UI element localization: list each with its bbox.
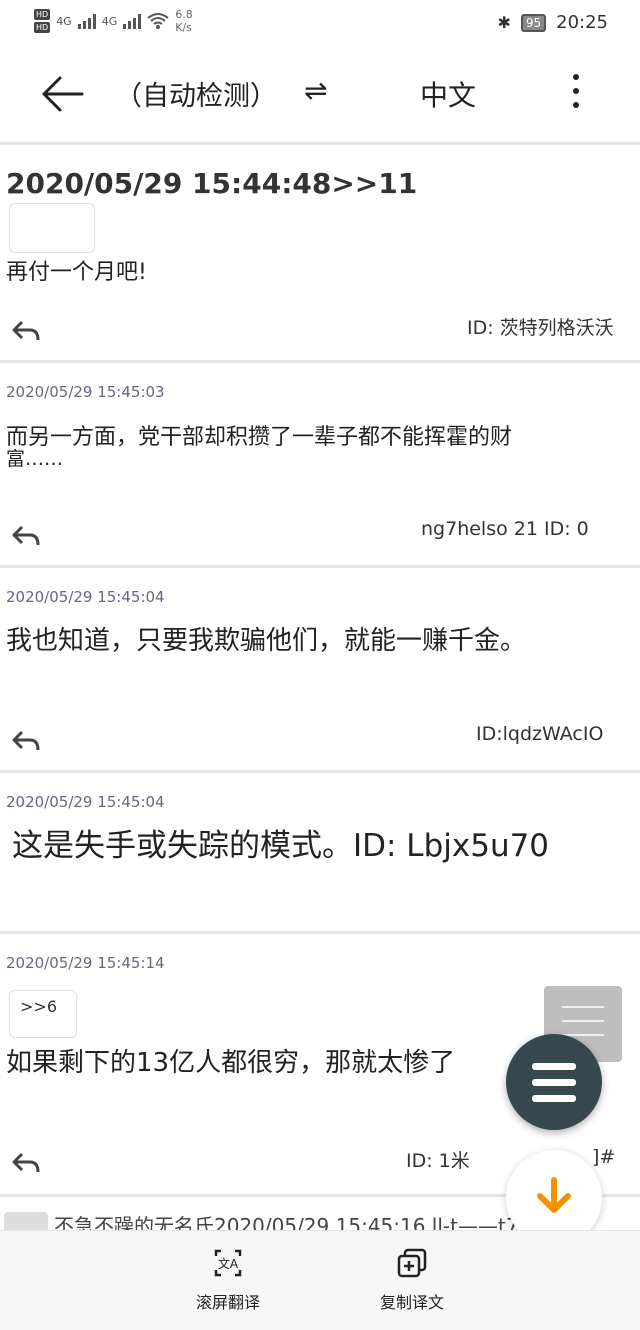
quote-chip <box>4 1212 48 1230</box>
bottom-toolbar: 文A 滚屏翻译 复制译文 <box>0 1230 640 1330</box>
post-timestamp: 2020/05/29 15:45:04 <box>6 793 165 811</box>
hd-icon: HD HD <box>34 9 51 33</box>
status-bar: HD HD 4G 4G 6.8 K/s ✱ 95 20:25 <box>0 0 640 50</box>
wifi-icon <box>147 13 169 29</box>
post-id: ng7helso 21 ID: 0 <box>421 518 589 540</box>
clock: 20:25 <box>556 12 608 33</box>
scroll-translate-button[interactable]: 文A 滚屏翻译 <box>168 1247 288 1313</box>
post-text: 再付一个月吧! <box>6 260 147 285</box>
scroll-translate-label: 滚屏翻译 <box>195 1293 260 1312</box>
network-label-2: 4G <box>101 14 118 28</box>
post-4: 2020/05/29 15:45:04 这是失手或失踪的模式。ID: Lbjx5… <box>0 773 640 931</box>
post-2: 2020/05/29 15:45:03 而另一方面，党干部却积攒了一辈子都不能挥… <box>0 363 640 565</box>
post-timestamp: 2020/05/29 15:45:04 <box>6 588 165 606</box>
post-id: ID:lqdzWAcIO <box>476 723 604 745</box>
post-1: 2020/05/29 15:44:48>>11 再付一个月吧! ID: 茨特列格… <box>0 145 640 360</box>
post-text: 我也知道，只要我欺骗他们，就能一赚千金。 <box>6 626 527 656</box>
network-label: 4G <box>56 14 72 28</box>
copy-translation-icon <box>397 1248 427 1278</box>
net-speed: 6.8 K/s <box>175 8 193 34</box>
target-language-selector[interactable]: 中文 <box>420 74 476 114</box>
battery-icon: 95 <box>520 13 547 32</box>
post-timestamp: 2020/05/29 15:45:03 <box>6 383 165 401</box>
reply-icon[interactable] <box>12 1152 40 1174</box>
source-language-selector[interactable]: （自动检测） <box>115 74 277 113</box>
more-options-icon[interactable] <box>566 70 586 114</box>
post-timestamp: 2020/05/29 15:45:14 <box>6 954 165 972</box>
copy-translation-label: 复制译文 <box>379 1293 444 1312</box>
arrow-down-icon <box>537 1177 571 1213</box>
partial-post-text: 不急不躁的无名氏2020/05/29 15:45:16 ll-t——t7-tm文 <box>54 1214 574 1230</box>
post-timestamp: 2020/05/29 15:44:48>>11 <box>6 167 418 200</box>
signal-icon-2 <box>123 13 142 29</box>
back-arrow-icon[interactable] <box>38 72 88 116</box>
post-text: 而另一方面，党干部却积攒了一辈子都不能挥霍的财 <box>6 425 513 450</box>
post-text: 如果剩下的13亿人都很穷，那就太惨了 <box>6 1048 456 1078</box>
menu-icon <box>532 1063 576 1070</box>
post-text: 这是失手或失踪的模式。ID: Lbjx5u70 <box>12 828 550 864</box>
post-3: 2020/05/29 15:45:04 我也知道，只要我欺骗他们，就能一赚千金。… <box>0 568 640 770</box>
quote-box[interactable] <box>9 203 95 253</box>
quote-box[interactable]: >>6 <box>9 990 77 1038</box>
reply-icon[interactable] <box>12 730 40 752</box>
translate-top-bar: （自动检测） ⇌ 中文 <box>0 50 640 140</box>
post-id: ID: 1米 <box>406 1150 470 1172</box>
post-id: ID: 茨特列格沃沃 <box>467 317 614 339</box>
scroll-translate-icon: 文A <box>214 1249 242 1277</box>
bluetooth-icon: ✱ <box>497 13 511 32</box>
copy-translation-button[interactable]: 复制译文 <box>352 1247 472 1313</box>
floating-menu-button[interactable] <box>506 1034 602 1130</box>
reply-icon[interactable] <box>12 320 40 342</box>
post-text-cont: 富…… <box>6 448 64 470</box>
reply-icon[interactable] <box>12 525 40 547</box>
signal-icon <box>77 13 96 29</box>
swap-languages-button[interactable]: ⇌ <box>304 74 327 107</box>
svg-text:文A: 文A <box>218 1256 239 1271</box>
